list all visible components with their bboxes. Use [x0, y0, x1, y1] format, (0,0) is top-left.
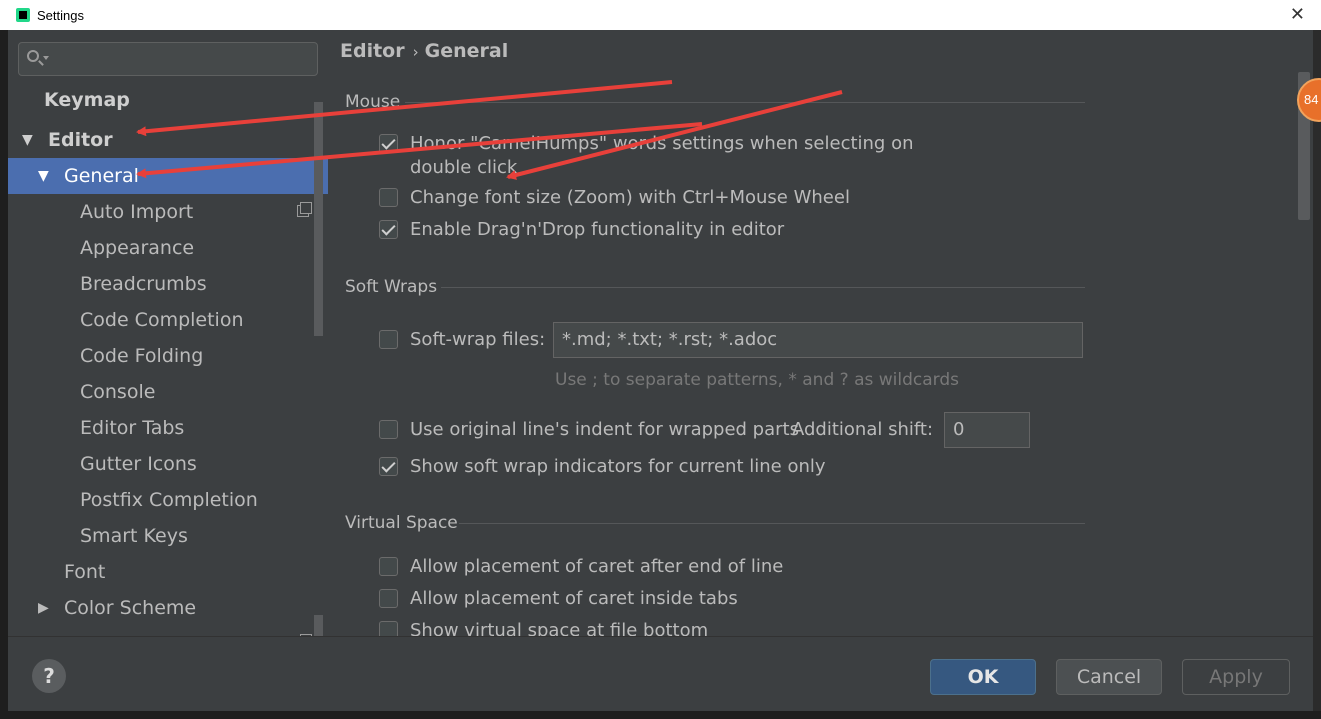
- sidebar-item-editor-tabs[interactable]: Editor Tabs: [8, 410, 329, 446]
- sidebar-item-console[interactable]: Console: [8, 374, 329, 410]
- settings-sidebar: Keymap ▼ Editor ▼ General Auto Import Ap…: [8, 30, 329, 636]
- option-label: Show soft wrap indicators for current li…: [410, 456, 826, 477]
- sidebar-item-keymap[interactable]: Keymap: [8, 82, 329, 118]
- pycharm-app-icon: [16, 8, 30, 22]
- chevron-right-icon[interactable]: ▶: [38, 626, 49, 636]
- option-label: Soft-wrap files:: [410, 329, 546, 350]
- patterns-hint: Use ; to separate patterns, * and ? as w…: [555, 370, 959, 390]
- sidebar-scrollbar-lower[interactable]: [314, 615, 323, 636]
- sidebar-item-smart-keys[interactable]: Smart Keys: [8, 518, 329, 554]
- dialog-footer: ? OK Cancel Apply: [8, 636, 1313, 712]
- sidebar-item-postfix-completion[interactable]: Postfix Completion: [8, 482, 329, 518]
- section-divider: [405, 102, 1085, 103]
- additional-shift-label: Additional shift:: [792, 419, 934, 440]
- search-input[interactable]: [18, 42, 318, 76]
- breadcrumb-parent[interactable]: Editor: [340, 40, 405, 62]
- soft-wrap-patterns-input[interactable]: *.md; *.txt; *.rst; *.adoc: [553, 322, 1083, 358]
- sidebar-item-appearance[interactable]: Appearance: [8, 230, 329, 266]
- help-button[interactable]: ?: [32, 659, 66, 693]
- sidebar-item-label: Auto Import: [80, 201, 194, 223]
- option-label-continued: double click: [410, 157, 518, 178]
- close-icon[interactable]: ✕: [1290, 4, 1305, 25]
- breadcrumb-current: General: [424, 40, 509, 62]
- option-label: Allow placement of caret after end of li…: [410, 556, 784, 577]
- cancel-button[interactable]: Cancel: [1056, 659, 1162, 695]
- sidebar-item-label: Code Folding: [80, 345, 204, 367]
- sidebar-scrollbar[interactable]: [314, 102, 323, 336]
- camelhumps-checkbox[interactable]: [379, 134, 398, 153]
- section-title-mouse: Mouse: [345, 92, 401, 112]
- section-divider: [441, 287, 1085, 288]
- sidebar-item-code-style[interactable]: ▶ Code Style: [8, 626, 329, 636]
- section-divider: [459, 523, 1085, 524]
- sidebar-item-auto-import[interactable]: Auto Import: [8, 194, 329, 230]
- option-label: Allow placement of caret inside tabs: [410, 588, 738, 609]
- sidebar-item-label: Postfix Completion: [80, 489, 258, 511]
- sidebar-item-label: Gutter Icons: [80, 453, 197, 475]
- caret-after-eol-checkbox[interactable]: [379, 557, 398, 576]
- sidebar-item-label: Editor Tabs: [80, 417, 185, 439]
- soft-wrap-files-checkbox[interactable]: [379, 330, 398, 349]
- background-window-edge: [1313, 30, 1321, 719]
- zoom-font-checkbox[interactable]: [379, 188, 398, 207]
- section-title-virtual-space: Virtual Space: [345, 513, 458, 533]
- sidebar-item-gutter-icons[interactable]: Gutter Icons: [8, 446, 329, 482]
- option-label: Enable Drag'n'Drop functionality in edit…: [410, 219, 785, 240]
- virtual-space-bottom-checkbox[interactable]: [379, 621, 398, 636]
- sidebar-item-code-folding[interactable]: Code Folding: [8, 338, 329, 374]
- option-label: Use original line's indent for wrapped p…: [410, 419, 799, 440]
- background-window-edge: [0, 30, 8, 719]
- caret-inside-tabs-checkbox[interactable]: [379, 589, 398, 608]
- ok-button[interactable]: OK: [930, 659, 1036, 695]
- sidebar-item-breadcrumbs[interactable]: Breadcrumbs: [8, 266, 329, 302]
- option-label: Honor "CamelHumps" words settings when s…: [410, 133, 914, 154]
- sidebar-item-label: Breadcrumbs: [80, 273, 207, 295]
- sidebar-item-label: Appearance: [80, 237, 195, 259]
- window-title: Settings: [37, 8, 84, 23]
- sidebar-item-code-completion[interactable]: Code Completion: [8, 302, 329, 338]
- sidebar-item-font[interactable]: Font: [8, 554, 329, 590]
- sidebar-item-label: Keymap: [44, 89, 130, 111]
- drag-drop-checkbox[interactable]: [379, 220, 398, 239]
- breadcrumb-separator: ›: [412, 43, 419, 61]
- sidebar-item-label: Code Completion: [80, 309, 244, 331]
- sidebar-item-editor[interactable]: ▼ Editor: [8, 122, 329, 158]
- breadcrumb: Editor › General: [340, 40, 508, 62]
- background-window-edge: [0, 711, 1321, 719]
- original-indent-checkbox[interactable]: [379, 420, 398, 439]
- sidebar-item-color-scheme[interactable]: ▶ Color Scheme: [8, 590, 329, 626]
- title-bar: Settings ✕: [0, 0, 1321, 30]
- sidebar-item-label: Smart Keys: [80, 525, 188, 547]
- sidebar-item-label: Console: [80, 381, 156, 403]
- search-options-dropdown-icon[interactable]: [43, 56, 49, 60]
- sidebar-item-label: Color Scheme: [64, 597, 197, 619]
- chevron-down-icon[interactable]: ▼: [38, 158, 49, 194]
- soft-wrap-indicators-checkbox[interactable]: [379, 457, 398, 476]
- sidebar-item-label: Code Style: [64, 626, 166, 636]
- sidebar-item-label: Editor: [48, 129, 113, 151]
- sidebar-item-label: General: [64, 165, 139, 187]
- search-icon: [27, 50, 39, 62]
- additional-shift-input[interactable]: 0: [944, 412, 1030, 448]
- project-level-icon: [297, 202, 312, 217]
- apply-button[interactable]: Apply: [1182, 659, 1290, 695]
- option-label: Change font size (Zoom) with Ctrl+Mouse …: [410, 187, 850, 208]
- sidebar-item-label: Font: [64, 561, 106, 583]
- chevron-down-icon[interactable]: ▼: [22, 122, 33, 158]
- sidebar-item-general[interactable]: ▼ General: [8, 158, 328, 194]
- chevron-right-icon[interactable]: ▶: [38, 590, 49, 626]
- settings-content: Editor › General Mouse Honor "CamelHumps" …: [329, 30, 1313, 636]
- section-title-soft-wraps: Soft Wraps: [345, 277, 438, 297]
- option-label: Show virtual space at file bottom: [410, 620, 709, 636]
